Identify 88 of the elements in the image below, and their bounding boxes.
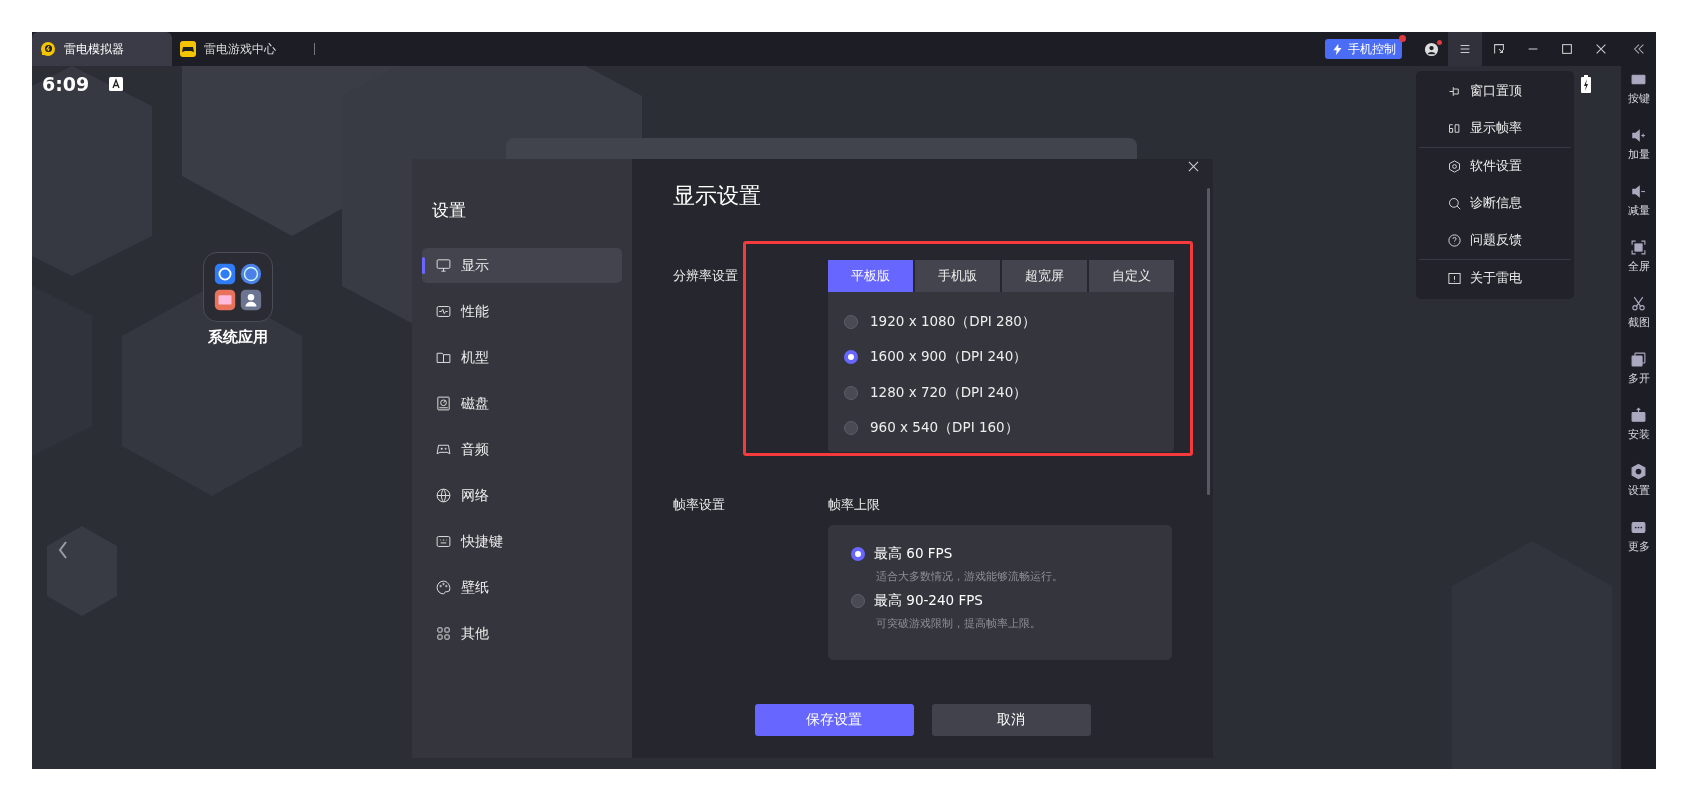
radio-button[interactable] [844,421,858,436]
help-icon [1447,233,1462,248]
resolution-option[interactable]: 1920 x 1080（DPI 280） [844,304,1036,340]
app-icons-drawing [213,262,263,312]
cancel-button[interactable]: 取消 [931,704,1091,736]
sidebar-tool-button[interactable]: 减量 [1627,183,1650,239]
sidebar-tool-button[interactable]: 更多 [1627,519,1650,575]
hexagon-gear-icon [1447,159,1462,174]
sidebar-tool-button[interactable]: 按键 [1627,71,1650,127]
palette-icon [435,579,452,596]
radio-button[interactable] [851,547,865,561]
option-description: 可突破游戏限制，提高帧率上限。 [875,616,1042,631]
nav-item[interactable]: 磁盘 [422,386,622,421]
menu-item[interactable]: 软件设置 [1419,148,1571,185]
close-icon[interactable] [1188,161,1199,172]
sidebar-tool-button[interactable]: 截图 [1627,295,1650,351]
radio-button[interactable] [844,385,858,400]
sidebar-tool-button[interactable]: 多开 [1627,351,1650,407]
app-tab[interactable]: 雷电游戏中心 [172,32,312,66]
shrink-window-icon [1492,42,1506,56]
mode-tab[interactable]: 平板版 [828,260,913,292]
scissors-icon [1630,295,1647,312]
nav-item[interactable]: 快捷键 [422,524,622,559]
volume-up-icon [1630,127,1647,144]
resolution-option[interactable]: 1600 x 900（DPI 240） [844,339,1028,375]
nav-item[interactable]: 音频 [422,432,622,467]
globe-icon [435,487,452,504]
menu-item[interactable]: 显示帧率 [1419,110,1571,147]
nav-item[interactable]: 显示 [422,248,622,283]
sidebar-tool-button[interactable]: 安装 [1627,407,1650,463]
menu-item[interactable]: 诊断信息 [1419,185,1571,222]
resolution-option[interactable]: 1280 x 720（DPI 240） [844,375,1028,411]
save-button[interactable]: 保存设置 [754,704,914,736]
pin-icon [1447,84,1462,99]
menu-icon [1458,42,1472,56]
menu-item[interactable]: 关于雷电 [1419,260,1571,297]
keyboard-letter-icon [109,77,124,91]
close-icon [1594,42,1608,56]
info-icon [1447,271,1462,286]
multi-window-icon [1630,351,1647,368]
monitor-icon [435,257,452,274]
menu-item[interactable]: 问题反馈 [1419,222,1571,259]
chevron-left-icon[interactable] [58,540,68,560]
grid-icon [435,625,452,642]
dialog-title: 设置 [431,199,467,222]
nav-item[interactable]: 其他 [422,616,622,651]
maximize-icon [1560,42,1574,56]
scrollbar[interactable] [1207,188,1210,495]
sidebar-tool-button[interactable]: 加量 [1627,127,1650,183]
menu-item[interactable]: 窗口置顶 [1419,73,1571,110]
search-icon [1447,196,1462,211]
fullscreen-icon [1630,239,1647,256]
radio-button[interactable] [851,594,865,608]
fps-option[interactable]: 最高 90-240 FPS [851,592,983,610]
resolution-option[interactable]: 960 x 540（DPI 160） [844,410,1019,446]
nav-item[interactable]: 网络 [422,478,622,513]
mode-tab[interactable]: 超宽屏 [1002,260,1087,292]
nav-item[interactable]: 机型 [422,340,622,375]
install-icon [1630,407,1647,424]
setting-sublabel: 帧率上限 [828,496,881,514]
mode-tab[interactable]: 手机版 [915,260,1000,292]
option-description: 适合大多数情况，游戏能够流畅运行。 [875,569,1064,584]
user-icon [1423,41,1439,57]
sidebar-tool-button[interactable]: 设置 [1627,463,1650,519]
logo-icon [40,41,56,57]
double-chevron-icon [1631,42,1646,56]
volume-down-icon [1630,183,1647,200]
fps-icon [1447,121,1462,136]
gamepad-icon [180,41,196,57]
sidebar-tool-button[interactable]: 全屏 [1627,239,1650,295]
settings-icon [1630,463,1647,480]
setting-label: 分辨率设置 [673,267,739,285]
nav-item[interactable]: 性能 [422,294,622,329]
lightning-icon [1331,42,1344,56]
nav-item[interactable]: 壁纸 [422,570,622,605]
radio-button[interactable] [844,350,858,365]
radio-button[interactable] [844,314,858,329]
mode-tab[interactable]: 自定义 [1089,260,1174,292]
app-tab[interactable]: 雷电模拟器 [32,32,172,66]
clock: 6:09 [42,73,90,95]
app-folder[interactable] [203,252,273,322]
pulse-icon [435,303,452,320]
more-icon [1630,519,1647,536]
battery-charging-icon [1581,75,1591,93]
section-heading: 显示设置 [673,182,762,210]
setting-label: 帧率设置 [673,496,726,514]
folder-label: 系统应用 [208,328,268,347]
fps-option[interactable]: 最高 60 FPS [851,545,953,563]
